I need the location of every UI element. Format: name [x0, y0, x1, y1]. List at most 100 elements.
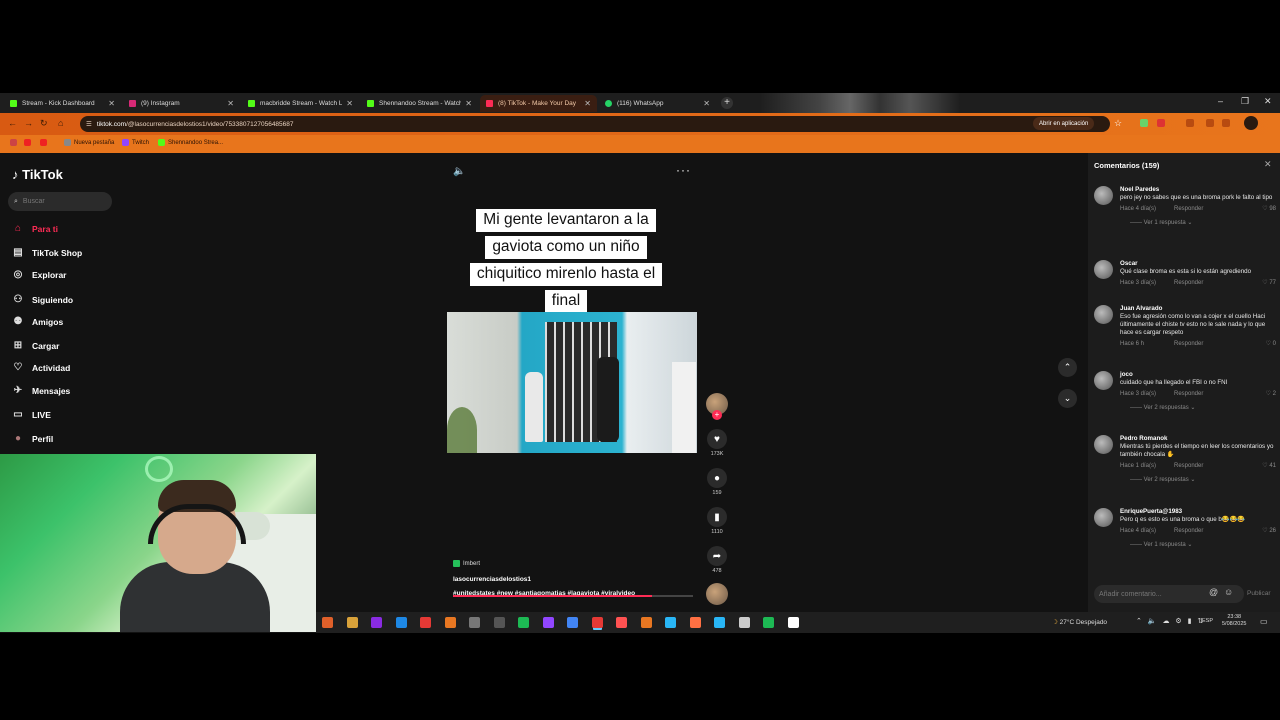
comment-like-button[interactable]: ♡ 2	[1266, 390, 1276, 398]
taskbar-app-icon[interactable]	[738, 617, 750, 628]
bookmark-item[interactable]: Nueva pestaña	[64, 139, 114, 146]
tab-macbridde-stream[interactable]: macbridde Stream - Watch Liv ✕	[242, 95, 359, 112]
volume-icon[interactable]: 🔈	[453, 166, 465, 177]
notifications-icon[interactable]: ▭	[1260, 617, 1268, 626]
share-button[interactable]: ➦ 478	[705, 546, 729, 574]
nav-activity[interactable]: ♡ Actividad	[12, 362, 71, 373]
save-button[interactable]: ▮ 1110	[705, 507, 729, 535]
close-tab-icon[interactable]: ✕	[108, 99, 115, 108]
maximize-button[interactable]: ❐	[1241, 96, 1249, 107]
comment-like-button[interactable]: ♡ 77	[1262, 279, 1276, 287]
music-disc[interactable]	[705, 583, 729, 605]
previous-video-button[interactable]: ⌃	[1058, 358, 1077, 377]
next-video-button[interactable]: ⌄	[1058, 389, 1077, 408]
comment-input[interactable]: Añadir comentario...	[1094, 585, 1244, 603]
view-replies-button[interactable]: —— Ver 1 respuesta ⌄	[1130, 541, 1278, 549]
nav-messages[interactable]: ✈ Mensajes	[12, 385, 70, 396]
taskbar-app-icon[interactable]	[346, 617, 358, 628]
avatar[interactable]	[1094, 371, 1113, 390]
taskbar-app-icon[interactable]	[640, 617, 652, 628]
taskbar-app-icon[interactable]	[787, 617, 799, 628]
creator-avatar[interactable]: +	[705, 393, 729, 420]
taskbar-app-icon[interactable]	[322, 617, 333, 628]
nav-profile[interactable]: ● Perfil	[12, 433, 53, 444]
post-comment-button[interactable]: Publicar	[1247, 590, 1270, 597]
home-browser-icon[interactable]: ⌂	[58, 118, 63, 128]
bookmark-youtube-icon[interactable]	[24, 139, 31, 146]
system-tray[interactable]: ⌃ 🔈 ☁ ⚙ ▮ ⇅	[1136, 617, 1205, 625]
reply-button[interactable]: Responder	[1174, 462, 1203, 470]
avatar[interactable]	[1094, 186, 1113, 205]
comment-author[interactable]: joco	[1120, 371, 1278, 379]
close-tab-icon[interactable]: ✕	[703, 99, 710, 108]
taskbar-app-icon[interactable]	[444, 617, 456, 628]
reply-button[interactable]: Responder	[1174, 340, 1203, 348]
nav-friends[interactable]: ⚉ Amigos	[12, 316, 64, 327]
extension-icon[interactable]	[1206, 119, 1214, 127]
comment-like-button[interactable]: ♡ 98	[1262, 205, 1276, 213]
taskbar-app-icon[interactable]	[371, 617, 382, 628]
close-tab-icon[interactable]: ✕	[346, 99, 353, 108]
more-options-icon[interactable]: ···	[676, 163, 691, 177]
tab-whatsapp[interactable]: (116) WhatsApp ✕	[599, 95, 716, 112]
new-tab-button[interactable]: +	[721, 97, 733, 109]
video-author[interactable]: lasocurrenciasdelostios1	[453, 576, 693, 583]
view-replies-button[interactable]: —— Ver 2 respuestas ⌄	[1130, 404, 1278, 412]
bookmark-item[interactable]: Shennandoo Strea...	[158, 139, 223, 146]
like-button[interactable]: ♥ 173K	[705, 429, 729, 457]
minimize-button[interactable]: –	[1218, 96, 1223, 106]
taskbar-app-icon[interactable]	[714, 617, 725, 628]
nav-for-you[interactable]: ⌂ Para ti	[12, 223, 58, 234]
nav-tiktok-shop[interactable]: ▤ TikTok Shop	[12, 247, 82, 258]
taskbar-app-icon[interactable]	[616, 617, 627, 628]
taskbar-app-icon[interactable]	[493, 617, 505, 628]
comment-author[interactable]: Noel Paredes	[1120, 186, 1278, 194]
open-in-app-button[interactable]: Abrir en aplicación	[1033, 117, 1095, 130]
follow-plus-icon[interactable]: +	[712, 410, 722, 420]
bookmark-star-icon[interactable]: ☆	[1114, 118, 1122, 129]
comment-like-button[interactable]: ♡ 26	[1262, 527, 1276, 535]
comment-like-button[interactable]: ♡ 0	[1266, 340, 1276, 348]
avatar[interactable]	[1094, 508, 1113, 527]
comment-like-button[interactable]: ♡ 41	[1262, 462, 1276, 470]
view-replies-button[interactable]: —— Ver 1 respuesta ⌄	[1130, 219, 1278, 227]
video-player[interactable]	[447, 312, 697, 453]
taskbar-app-icon[interactable]	[420, 617, 431, 628]
close-tab-icon[interactable]: ✕	[465, 99, 472, 108]
extension-icon[interactable]	[1140, 119, 1148, 127]
avatar[interactable]	[1094, 435, 1113, 454]
input-language[interactable]: ESP	[1202, 618, 1213, 624]
tab-kick-dashboard[interactable]: Stream - Kick Dashboard ✕	[4, 95, 121, 112]
nav-explore[interactable]: ◎ Explorar	[12, 269, 67, 280]
taskbar-clock[interactable]: 23:38 5/08/2025	[1222, 614, 1246, 628]
tab-shennandoo-stream[interactable]: Shennandoo Stream - Watch Li ✕	[361, 95, 478, 112]
browser-profile-avatar[interactable]	[1244, 116, 1258, 130]
comment-author[interactable]: Pedro Romanok	[1120, 435, 1278, 443]
search-input[interactable]: ⌕ Buscar	[8, 192, 112, 211]
taskbar-app-icon[interactable]	[591, 617, 603, 628]
forward-icon[interactable]: →	[24, 118, 33, 128]
close-tab-icon[interactable]: ✕	[227, 99, 234, 108]
extension-icon[interactable]	[1157, 119, 1165, 127]
reply-button[interactable]: Responder	[1174, 279, 1203, 287]
mention-icon[interactable]: @	[1209, 587, 1218, 597]
tiktok-logo[interactable]: ♪ TikTok	[12, 167, 63, 182]
avatar[interactable]	[1094, 260, 1113, 279]
video-progress-bar[interactable]	[453, 595, 693, 597]
taskbar-app-icon[interactable]	[763, 617, 774, 628]
tab-instagram[interactable]: (9) Instagram ✕	[123, 95, 240, 112]
back-icon[interactable]: ←	[8, 118, 17, 128]
location-tag[interactable]: Imbert	[453, 560, 480, 567]
close-comments-icon[interactable]: ✕	[1264, 159, 1272, 170]
nav-upload[interactable]: ⊞ Cargar	[12, 340, 60, 351]
taskbar-app-icon[interactable]	[689, 617, 701, 628]
extension-icon[interactable]	[1186, 119, 1194, 127]
avatar[interactable]	[1094, 305, 1113, 324]
taskbar-app-icon[interactable]	[395, 617, 407, 628]
emoji-icon[interactable]: ☺	[1224, 587, 1233, 597]
bookmark-apps-icon[interactable]	[10, 139, 17, 146]
comment-author[interactable]: Juan Alvarado	[1120, 305, 1278, 313]
comment-author[interactable]: EnriquePuerta@1983	[1120, 508, 1278, 516]
url-input[interactable]: ☰ tiktok.com /@lasocurrenciasdelostios1/…	[80, 116, 1110, 132]
weather-widget[interactable]: ☽ 27°C Despejado	[1052, 618, 1107, 626]
